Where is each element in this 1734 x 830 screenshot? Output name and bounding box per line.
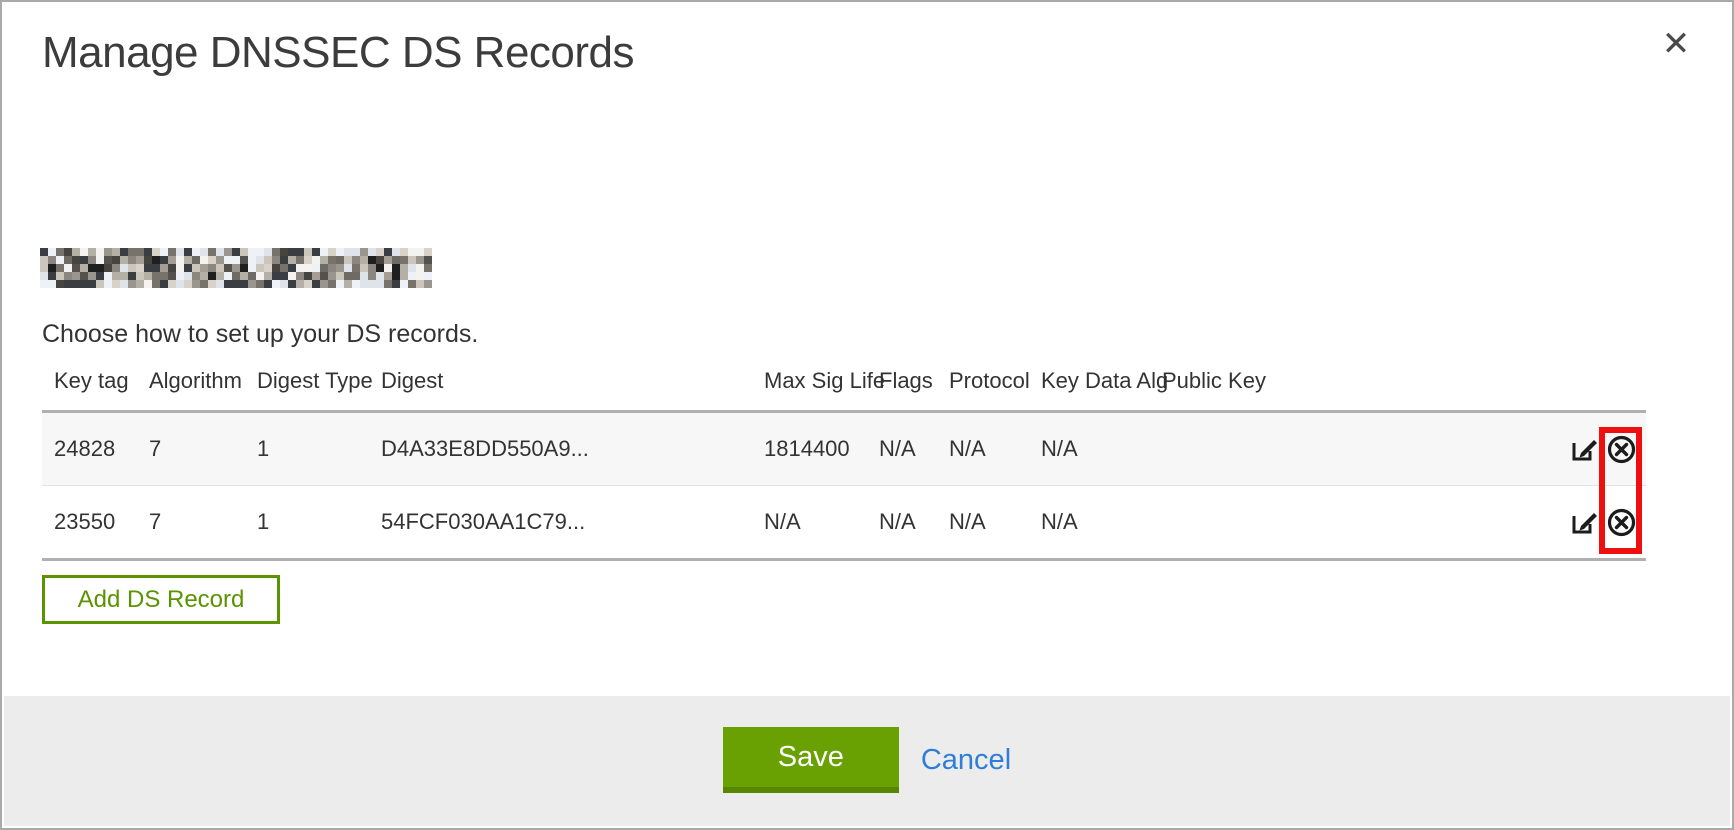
- modal-footer: Save Cancel: [4, 696, 1730, 826]
- col-header-key-data-alg: Key Data Alg: [1029, 354, 1150, 412]
- delete-record-button[interactable]: [1606, 507, 1636, 537]
- page-title: Manage DNSSEC DS Records: [42, 28, 634, 78]
- close-icon: ✕: [1662, 25, 1691, 63]
- circled-x-icon: [1607, 435, 1636, 464]
- col-header-digest: Digest: [369, 354, 752, 412]
- col-header-protocol: Protocol: [937, 354, 1029, 412]
- cell-public-key: [1150, 412, 1568, 486]
- cell-key-tag: 24828: [42, 412, 137, 486]
- edit-record-button[interactable]: [1569, 507, 1599, 537]
- cell-key-data-alg: N/A: [1029, 486, 1150, 560]
- cell-algorithm: 7: [137, 412, 245, 486]
- table-row: 23550 7 1 54FCF030AA1C79... N/A N/A N/A …: [42, 486, 1646, 560]
- cell-digest: 54FCF030AA1C79...: [369, 486, 752, 560]
- cell-public-key: [1150, 486, 1568, 560]
- ds-records-table: Key tag Algorithm Digest Type Digest Max…: [42, 354, 1646, 561]
- cancel-link[interactable]: Cancel: [921, 744, 1011, 777]
- col-header-max-sig-life: Max Sig Life: [752, 354, 867, 412]
- cell-digest-type: 1: [245, 486, 369, 560]
- cell-flags: N/A: [867, 412, 937, 486]
- edit-icon: [1570, 508, 1599, 537]
- save-button[interactable]: Save: [723, 727, 899, 793]
- cell-protocol: N/A: [937, 412, 1029, 486]
- manage-dnssec-modal: Manage DNSSEC DS Records ✕ Choose how to…: [0, 0, 1734, 830]
- cell-max-sig-life: N/A: [752, 486, 867, 560]
- cell-flags: N/A: [867, 486, 937, 560]
- add-ds-record-button[interactable]: Add DS Record: [42, 575, 280, 624]
- cell-algorithm: 7: [137, 486, 245, 560]
- edit-icon: [1570, 435, 1599, 464]
- col-header-digest-type: Digest Type: [245, 354, 369, 412]
- col-header-public-key: Public Key: [1150, 354, 1568, 412]
- col-header-algorithm: Algorithm: [137, 354, 245, 412]
- screen: Manage DNSSEC DS Records ✕ Choose how to…: [0, 0, 1734, 830]
- cell-protocol: N/A: [937, 486, 1029, 560]
- instruction-text: Choose how to set up your DS records.: [42, 320, 478, 349]
- cell-max-sig-life: 1814400: [752, 412, 867, 486]
- delete-record-button[interactable]: [1606, 434, 1636, 464]
- edit-record-button[interactable]: [1569, 434, 1599, 464]
- close-button[interactable]: ✕: [1656, 24, 1696, 64]
- cell-key-tag: 23550: [42, 486, 137, 560]
- col-header-key-tag: Key tag: [42, 354, 137, 412]
- table-header-row: Key tag Algorithm Digest Type Digest Max…: [42, 354, 1646, 412]
- circled-x-icon: [1607, 508, 1636, 537]
- redacted-domain-name: [40, 248, 432, 288]
- cell-digest-type: 1: [245, 412, 369, 486]
- col-header-actions: [1568, 354, 1646, 412]
- cell-key-data-alg: N/A: [1029, 412, 1150, 486]
- table-row: 24828 7 1 D4A33E8DD550A9... 1814400 N/A …: [42, 412, 1646, 486]
- cell-digest: D4A33E8DD550A9...: [369, 412, 752, 486]
